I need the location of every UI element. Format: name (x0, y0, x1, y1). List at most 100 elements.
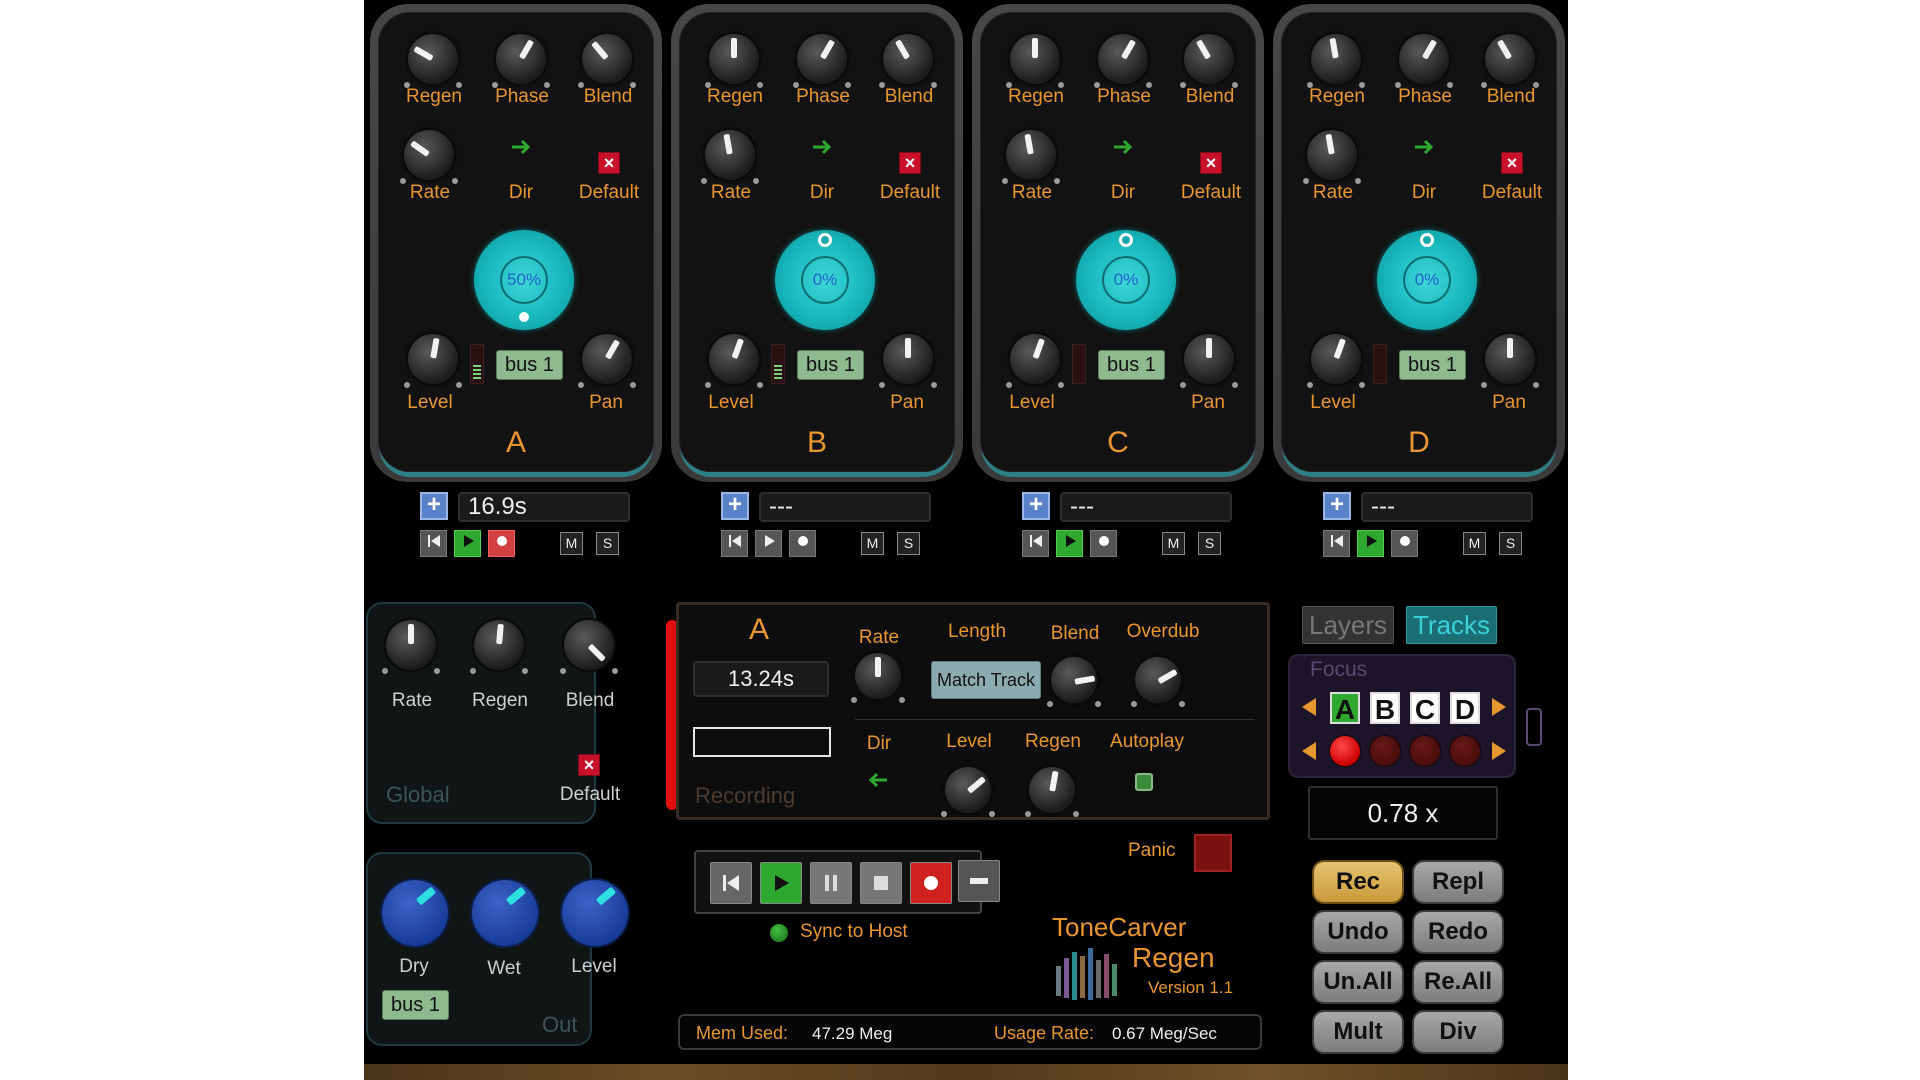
redo-button[interactable]: Redo (1414, 912, 1502, 952)
level-knob[interactable] (1307, 334, 1365, 388)
phase-knob[interactable] (1395, 34, 1453, 88)
out-bus-select[interactable]: bus 1 (382, 990, 449, 1020)
focus-track-d[interactable]: D (1450, 692, 1480, 725)
dir-right-arrow-icon[interactable] (1413, 136, 1435, 158)
default-reset-icon[interactable]: × (1200, 152, 1222, 174)
global-blend-knob[interactable] (560, 620, 618, 674)
tab-tracks[interactable]: Tracks (1406, 606, 1498, 644)
rec-arm-led-b[interactable] (1370, 736, 1400, 766)
global-regen-knob[interactable] (470, 620, 528, 674)
rate-knob[interactable] (1002, 130, 1060, 184)
play-button[interactable] (1357, 530, 1384, 557)
mult-button[interactable]: Mult (1314, 1012, 1402, 1052)
global-default-icon[interactable]: × (578, 754, 600, 776)
panic-button[interactable] (1194, 834, 1232, 872)
out-level-knob[interactable] (562, 880, 628, 946)
loop-position-dial[interactable]: 0% (1076, 230, 1176, 330)
dry-knob[interactable] (382, 880, 448, 946)
autoplay-toggle[interactable] (1135, 773, 1153, 791)
match-track-button[interactable]: Match Track (931, 661, 1041, 699)
regen-knob[interactable] (705, 34, 763, 88)
bus-select[interactable]: bus 1 (1098, 350, 1165, 380)
rec-prev-arrow-icon[interactable] (1302, 742, 1316, 760)
dir-right-arrow-icon[interactable] (1112, 136, 1134, 158)
pan-knob[interactable] (578, 334, 636, 388)
pan-knob[interactable] (1180, 334, 1238, 388)
rec-regen-knob[interactable] (1025, 767, 1079, 817)
dir-right-arrow-icon[interactable] (510, 136, 532, 158)
solo-button[interactable]: S (1499, 532, 1522, 555)
rate-knob[interactable] (1303, 130, 1361, 184)
solo-button[interactable]: S (1198, 532, 1221, 555)
rec-button[interactable]: Rec (1314, 862, 1402, 902)
mute-button[interactable]: M (560, 532, 583, 555)
solo-button[interactable]: S (897, 532, 920, 555)
main-pause-button[interactable] (810, 862, 852, 904)
bus-select[interactable]: bus 1 (797, 350, 864, 380)
rewind-button[interactable] (721, 530, 748, 557)
bus-select[interactable]: bus 1 (496, 350, 563, 380)
rate-knob[interactable] (400, 130, 458, 184)
undo-all-button[interactable]: Un.All (1314, 962, 1402, 1002)
blend-knob[interactable] (1180, 34, 1238, 88)
loop-position-dial[interactable]: 0% (1377, 230, 1477, 330)
default-reset-icon[interactable]: × (598, 152, 620, 174)
loop-position-dial[interactable]: 50% (474, 230, 574, 330)
add-layer-button[interactable]: + (1022, 492, 1050, 520)
undo-button[interactable]: Undo (1314, 912, 1402, 952)
focus-track-c[interactable]: C (1410, 692, 1440, 725)
rewind-button[interactable] (420, 530, 447, 557)
add-layer-button[interactable]: + (721, 492, 749, 520)
record-button[interactable] (789, 530, 816, 557)
default-reset-icon[interactable]: × (1501, 152, 1523, 174)
record-button[interactable] (1090, 530, 1117, 557)
tab-layers[interactable]: Layers (1302, 606, 1395, 644)
blend-knob[interactable] (578, 34, 636, 88)
rec-arm-led-d[interactable] (1450, 736, 1480, 766)
pan-knob[interactable] (879, 334, 937, 388)
main-erase-button[interactable] (958, 860, 1000, 902)
div-button[interactable]: Div (1414, 1012, 1502, 1052)
rewind-button[interactable] (1022, 530, 1049, 557)
rec-overdub-knob[interactable] (1131, 657, 1185, 707)
regen-knob[interactable] (1307, 34, 1365, 88)
redo-all-button[interactable]: Re.All (1414, 962, 1502, 1002)
loop-position-dial[interactable]: 0% (775, 230, 875, 330)
default-reset-icon[interactable]: × (899, 152, 921, 174)
level-knob[interactable] (1006, 334, 1064, 388)
level-knob[interactable] (404, 334, 462, 388)
main-rewind-button[interactable] (710, 862, 752, 904)
play-button[interactable] (1056, 530, 1083, 557)
record-button[interactable] (488, 530, 515, 557)
record-button[interactable] (1391, 530, 1418, 557)
pan-knob[interactable] (1481, 334, 1539, 388)
add-layer-button[interactable]: + (1323, 492, 1351, 520)
add-layer-button[interactable]: + (420, 492, 448, 520)
solo-button[interactable]: S (596, 532, 619, 555)
speed-display[interactable]: 0.78 x (1308, 786, 1498, 840)
rec-arm-led-c[interactable] (1410, 736, 1440, 766)
global-rate-knob[interactable] (382, 620, 440, 674)
main-record-button[interactable] (910, 862, 952, 904)
blend-knob[interactable] (1481, 34, 1539, 88)
dir-right-arrow-icon[interactable] (811, 136, 833, 158)
bus-select[interactable]: bus 1 (1399, 350, 1466, 380)
mute-button[interactable]: M (861, 532, 884, 555)
play-button[interactable] (755, 530, 782, 557)
mute-button[interactable]: M (1463, 532, 1486, 555)
focus-next-arrow-icon[interactable] (1492, 698, 1506, 716)
level-knob[interactable] (705, 334, 763, 388)
phase-knob[interactable] (492, 34, 550, 88)
rec-blend-knob[interactable] (1047, 657, 1101, 707)
sync-led-icon[interactable] (770, 924, 788, 942)
main-play-button[interactable] (760, 862, 802, 904)
regen-knob[interactable] (404, 34, 462, 88)
rec-level-knob[interactable] (941, 767, 995, 817)
repl-button[interactable]: Repl (1414, 862, 1502, 902)
mute-button[interactable]: M (1162, 532, 1185, 555)
focus-prev-arrow-icon[interactable] (1302, 698, 1316, 716)
rewind-button[interactable] (1323, 530, 1350, 557)
rec-arm-led-a[interactable] (1330, 736, 1360, 766)
focus-track-a[interactable]: A (1330, 692, 1360, 725)
rec-next-arrow-icon[interactable] (1492, 742, 1506, 760)
